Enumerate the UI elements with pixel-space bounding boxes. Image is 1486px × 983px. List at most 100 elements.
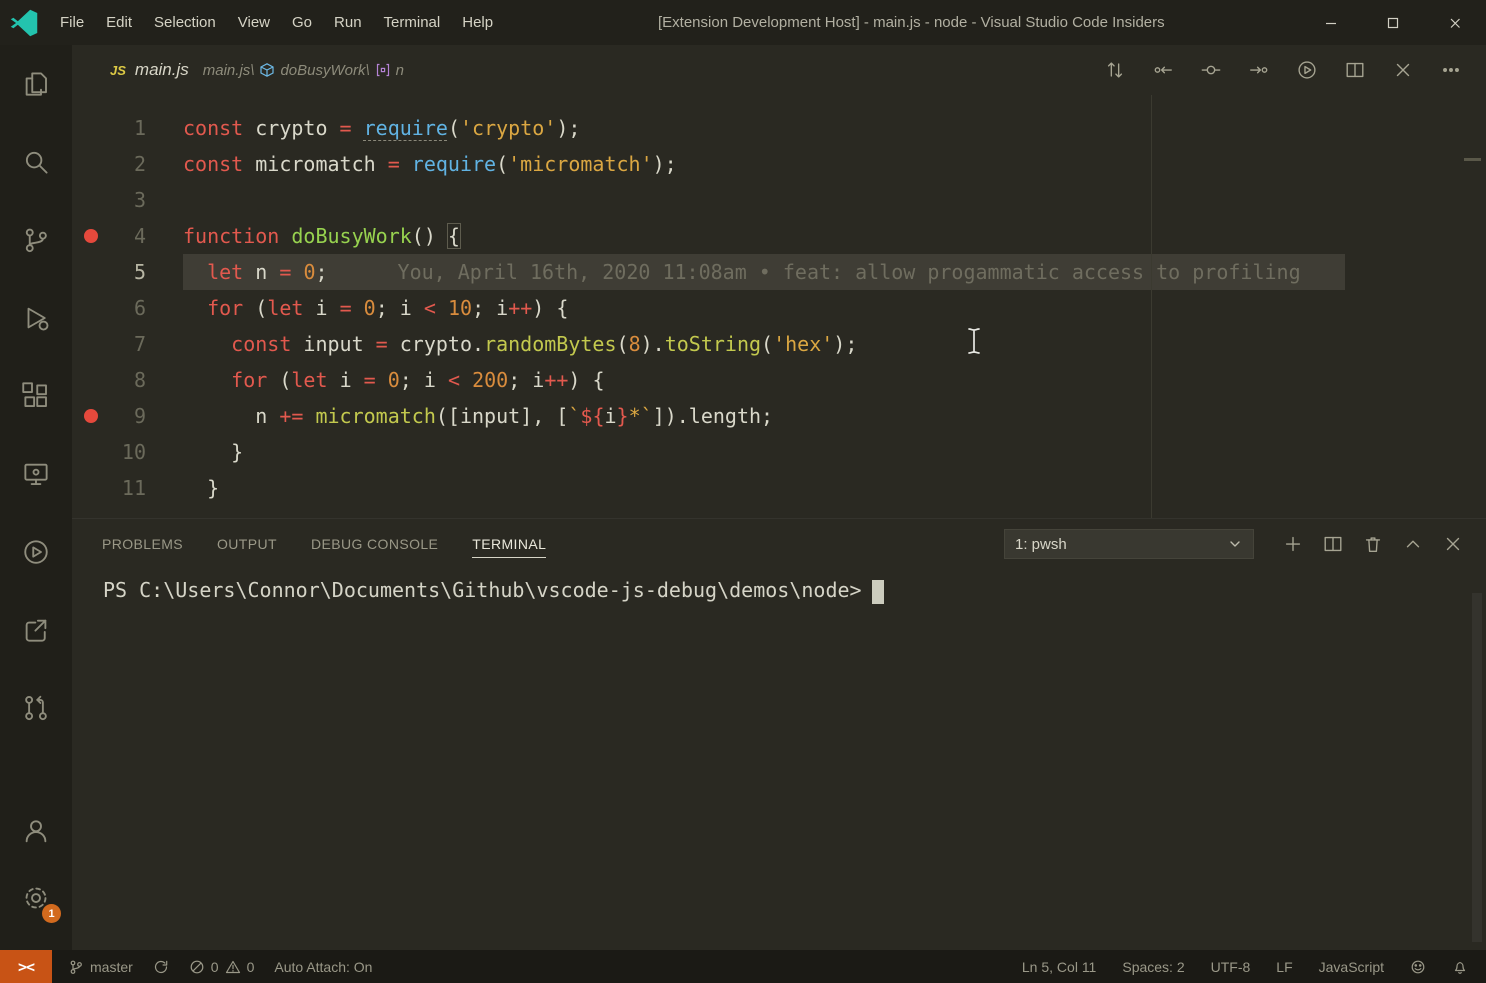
split-terminal-icon[interactable] [1322,533,1344,555]
run-profile-icon[interactable] [1296,59,1318,81]
line-number[interactable]: 1 [72,110,146,146]
line-number[interactable]: 4 [72,218,146,254]
next-change-icon[interactable] [1248,59,1270,81]
more-actions-icon[interactable] [1440,59,1462,81]
breadcrumb-segment-file[interactable]: main.js\ [203,62,255,79]
sidebar-item-live-share[interactable] [0,591,72,669]
cursor-position-status[interactable]: Ln 5, Col 11 [1022,959,1096,975]
encoding-status[interactable]: UTF-8 [1211,959,1251,975]
sidebar-item-extensions[interactable] [0,357,72,435]
line-number[interactable]: 9 [72,398,146,434]
menu-terminal[interactable]: Terminal [373,0,452,45]
terminal-output[interactable]: PS C:\Users\Connor\Documents\Github\vsco… [72,569,1486,604]
code-line[interactable]: 3 [72,182,1486,218]
branch-name: master [90,959,133,975]
tab-output[interactable]: OUTPUT [217,536,277,552]
line-number[interactable]: 6 [72,290,146,326]
code-line[interactable]: 2 const micromatch = require('micromatch'… [72,146,1486,182]
sidebar-item-settings[interactable]: 1 [0,864,72,932]
file-name[interactable]: main.js [135,60,189,80]
remote-indicator[interactable]: >< [0,950,52,983]
line-number[interactable]: 8 [72,362,146,398]
close-panel-icon[interactable] [1442,533,1464,555]
open-changes-icon[interactable] [1200,59,1222,81]
new-terminal-icon[interactable] [1282,533,1304,555]
language-status[interactable]: JavaScript [1319,959,1384,975]
menu-go[interactable]: Go [281,0,323,45]
menu-selection[interactable]: Selection [143,0,227,45]
sidebar-item-run-and-debug[interactable] [0,279,72,357]
code-line[interactable]: 9 n += micromatch([input], [`${i}*`]).le… [72,398,1486,434]
maximize-panel-icon[interactable] [1402,533,1424,555]
menu-run[interactable]: Run [323,0,373,45]
sidebar-item-source-control[interactable] [0,201,72,279]
code-text[interactable]: const input = crypto.randomBytes(8).toSt… [183,326,857,362]
code-line[interactable]: 1 const crypto = require('crypto'); [72,110,1486,146]
feedback-status[interactable] [1410,959,1426,975]
line-number[interactable]: 5 [72,254,146,290]
menu-help[interactable]: Help [451,0,504,45]
code-line[interactable]: 6 for (let i = 0; i < 10; i++) { [72,290,1486,326]
settings-badge: 1 [42,904,61,923]
code-line[interactable]: 4 function doBusyWork() { [72,218,1486,254]
kill-terminal-icon[interactable] [1362,533,1384,555]
line-number[interactable]: 3 [72,182,146,218]
problems-status[interactable]: 0 0 [189,959,255,975]
language-label: JavaScript [1319,959,1384,975]
activity-bar: 1 [0,45,72,950]
auto-attach-status[interactable]: Auto Attach: On [274,959,372,975]
code-text[interactable]: const crypto = require('crypto'); [183,110,580,146]
minimize-button[interactable] [1300,0,1362,45]
close-button[interactable] [1424,0,1486,45]
line-number[interactable]: 11 [72,470,146,506]
menu-edit[interactable]: Edit [95,0,143,45]
close-icon [1448,16,1462,30]
code-line[interactable]: 5 let n = 0;You, April 16th, 2020 11:08a… [72,254,1486,290]
tab-debug-console[interactable]: DEBUG CONSOLE [311,536,438,552]
tab-problems[interactable]: PROBLEMS [102,536,183,552]
code-text[interactable]: function doBusyWork() { [183,218,460,254]
compare-changes-icon[interactable] [1104,59,1126,81]
code-text[interactable]: for (let i = 0; i < 10; i++) { [183,290,568,326]
sync-status[interactable] [153,959,169,975]
breadcrumb: JS main.js main.js\ doBusyWork\ n [72,45,1486,95]
eol-status[interactable]: LF [1276,959,1292,975]
line-number[interactable]: 2 [72,146,146,182]
terminal-scrollbar[interactable] [1472,593,1482,942]
breadcrumb-segment-function[interactable]: doBusyWork\ [280,62,369,79]
sidebar-item-run-view[interactable] [0,513,72,591]
code-text[interactable]: for (let i = 0; i < 200; i++) { [183,362,605,398]
window-controls [1300,0,1486,45]
close-editor-icon[interactable] [1392,59,1414,81]
cursor-position-label: Ln 5, Col 11 [1022,959,1096,975]
split-editor-icon[interactable] [1344,59,1366,81]
branch-status[interactable]: master [68,959,133,975]
maximize-button[interactable] [1362,0,1424,45]
code-line[interactable]: 7 const input = crypto.randomBytes(8).to… [72,326,1486,362]
terminal-shell-select[interactable]: 1: pwsh [1004,529,1254,559]
code-line[interactable]: 10 } [72,434,1486,470]
code-text[interactable]: n += micromatch([input], [`${i}*`]).leng… [183,398,773,434]
code-line[interactable]: 11 } [72,470,1486,506]
indentation-status[interactable]: Spaces: 2 [1122,959,1184,975]
notifications-status[interactable] [1452,959,1468,975]
breadcrumb-segment-variable[interactable]: n [396,62,404,79]
sidebar-item-account[interactable] [0,796,72,864]
previous-change-icon[interactable] [1152,59,1174,81]
menu-view[interactable]: View [227,0,281,45]
code-text[interactable]: } [183,470,219,506]
sidebar-item-search[interactable] [0,123,72,201]
indentation-label: Spaces: 2 [1122,959,1184,975]
code-text[interactable]: const micromatch = require('micromatch')… [183,146,677,182]
menu-file[interactable]: File [49,0,95,45]
code-line[interactable]: 8 for (let i = 0; i < 200; i++) { [72,362,1486,398]
line-number[interactable]: 10 [72,434,146,470]
line-number[interactable]: 7 [72,326,146,362]
sidebar-item-remote-explorer[interactable] [0,435,72,513]
sidebar-item-explorer[interactable] [0,45,72,123]
code-text[interactable]: } [183,434,243,470]
tab-terminal[interactable]: TERMINAL [472,536,546,558]
sidebar-item-github-pull-requests[interactable] [0,669,72,747]
code-text[interactable]: let n = 0;You, April 16th, 2020 11:08am … [183,254,1301,290]
code-editor[interactable]: 1 const crypto = require('crypto'); 2 const… [72,95,1486,506]
